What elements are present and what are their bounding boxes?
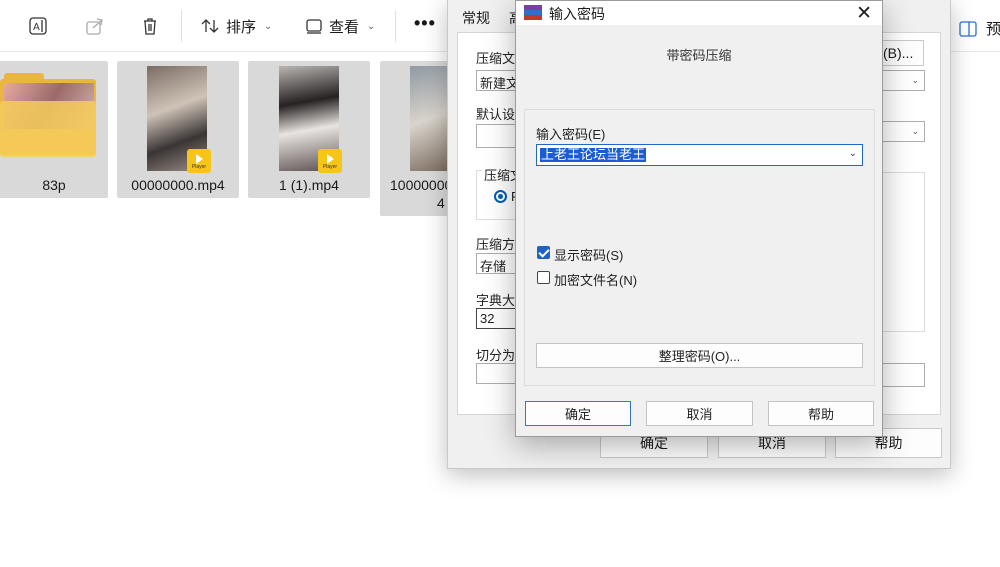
view-label: 查看 <box>329 18 360 36</box>
toolbar-divider <box>181 10 182 42</box>
chevron-down-icon: ⌄ <box>367 20 376 32</box>
tab-general[interactable]: 常规 <box>462 8 490 28</box>
enter-password-dialog: 输入密码 ✕ 带密码压缩 输入密码(E) 上老王论坛当老王 ⌄ 显示密码(S) … <box>515 0 883 437</box>
file-tile-video[interactable]: Player 1 (1).mp4 <box>248 61 370 198</box>
chevron-down-icon: ⌄ <box>911 126 919 136</box>
archive-name-label: 压缩文 <box>476 51 516 66</box>
dialog-title-bar: 输入密码 ✕ <box>516 1 882 25</box>
split-volumes-label: 切分为 <box>476 348 516 363</box>
rename-icon[interactable]: A <box>25 13 51 39</box>
format-radio[interactable] <box>494 190 507 203</box>
video-thumbnail <box>410 66 450 171</box>
dialog-title: 输入密码 <box>549 6 605 22</box>
chevron-down-icon: ⌄ <box>911 75 919 85</box>
view-button[interactable]: 查看 ⌄ <box>305 13 375 39</box>
toolbar-divider <box>395 10 396 42</box>
sort-button[interactable]: 排序 ⌄ <box>200 13 272 39</box>
preview-pane-button[interactable]: 预 <box>958 18 1000 39</box>
encrypt-filenames-checkbox[interactable] <box>537 271 550 284</box>
cancel-button[interactable]: 取消 <box>646 401 753 426</box>
sort-icon <box>201 19 219 33</box>
password-input[interactable]: 上老王论坛当老王 ⌄ <box>536 144 863 166</box>
set-password-button[interactable] <box>880 363 925 387</box>
options-select[interactable]: ⌄ <box>880 121 925 142</box>
sort-label: 排序 <box>226 18 257 36</box>
file-tile-folder[interactable]: 83p <box>0 61 108 198</box>
share-icon[interactable] <box>82 13 108 39</box>
password-text: 上老王论坛当老王 <box>540 147 647 162</box>
more-options-button[interactable]: ••• <box>414 13 436 34</box>
ok-button[interactable]: 确定 <box>525 401 631 426</box>
archive-options-group <box>880 172 925 332</box>
default-profile-label: 默认设 <box>476 107 516 122</box>
player-badge-icon: Player <box>318 149 342 173</box>
help-button[interactable]: 帮助 <box>768 401 874 426</box>
file-name: 10000000 <box>390 177 450 193</box>
file-name: 00000000.mp4 <box>131 177 225 193</box>
encrypt-filenames-label: 加密文件名(N) <box>554 273 638 288</box>
file-tile-video[interactable]: 10000000 4 <box>380 61 450 216</box>
compression-method-label: 压缩方 <box>476 237 516 252</box>
show-password-label: 显示密码(S) <box>554 248 624 263</box>
preview-pane-icon <box>959 20 977 37</box>
chevron-down-icon[interactable]: ⌄ <box>849 148 857 159</box>
view-icon <box>306 19 322 34</box>
folder-front <box>0 101 96 157</box>
winrar-app-icon <box>524 5 542 21</box>
folder-tab <box>4 73 44 83</box>
chevron-down-icon: ⌄ <box>264 20 273 32</box>
delete-icon[interactable] <box>137 13 163 39</box>
dialog-subtitle: 带密码压缩 <box>666 48 732 63</box>
enter-password-label: 输入密码(E) <box>536 127 606 142</box>
browse-button[interactable]: (B)... <box>880 40 924 66</box>
file-name: 83p <box>42 177 66 193</box>
file-name: 1 (1).mp4 <box>279 177 339 193</box>
close-icon[interactable]: ✕ <box>856 2 872 25</box>
organize-passwords-button[interactable]: 整理密码(O)... <box>536 343 863 368</box>
dictionary-size-label: 字典大 <box>476 293 516 308</box>
svg-text:A: A <box>33 22 40 33</box>
show-password-checkbox[interactable] <box>537 246 550 259</box>
update-mode-select[interactable]: ⌄ <box>880 70 925 91</box>
file-tile-video[interactable]: Player 00000000.mp4 <box>117 61 239 198</box>
player-badge-icon: Player <box>187 149 211 173</box>
preview-label: 预 <box>986 21 1000 38</box>
